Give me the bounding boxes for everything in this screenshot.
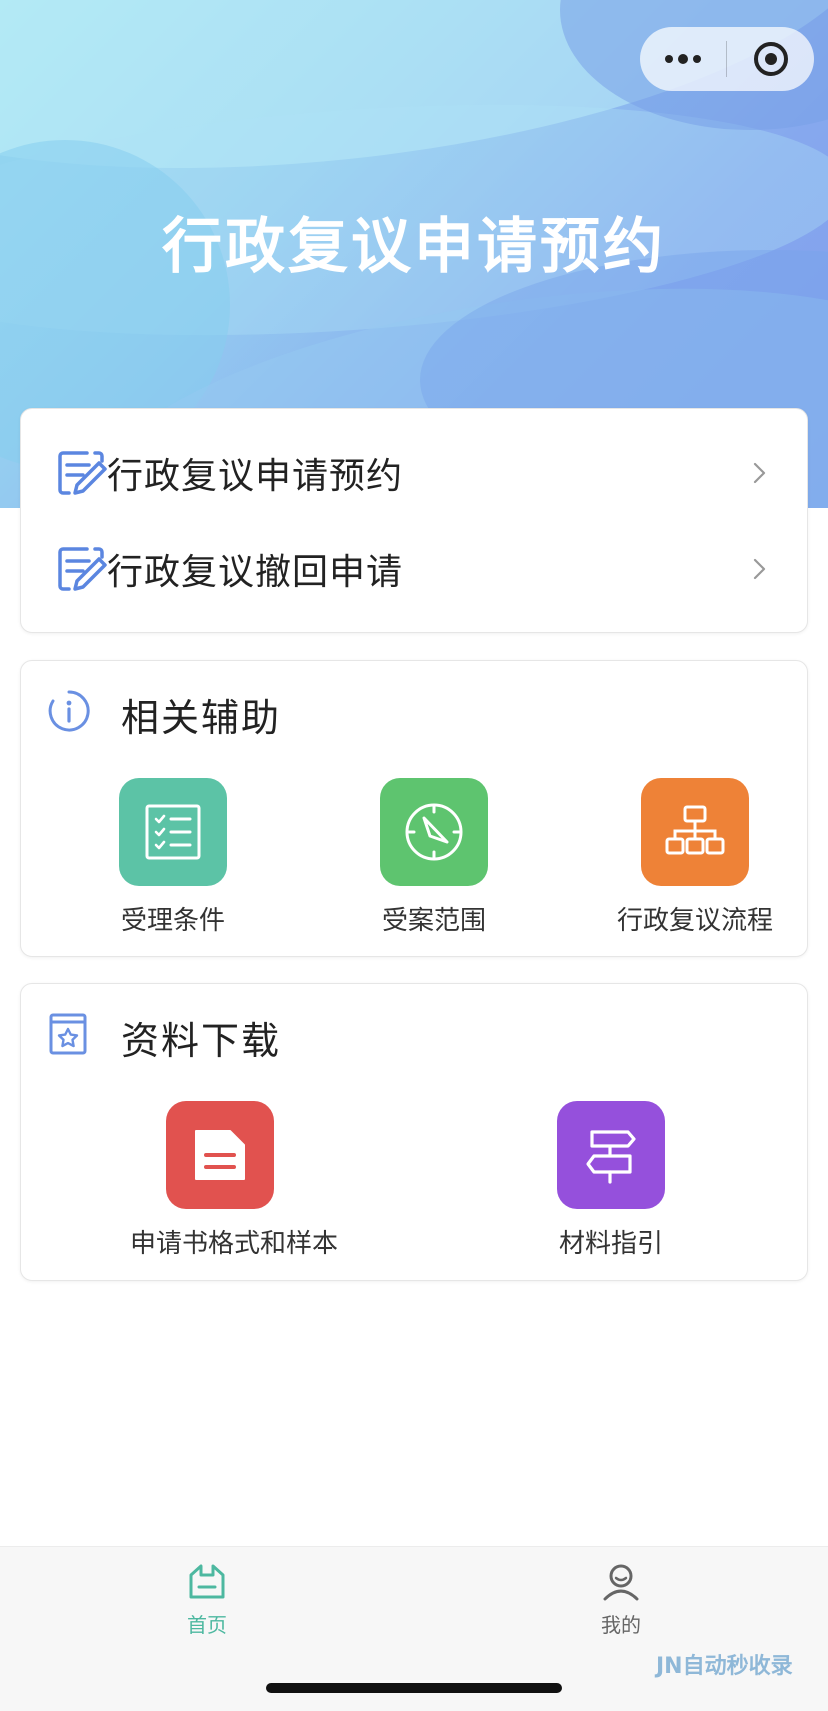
tile-label: 受理条件 xyxy=(120,906,225,936)
tile-label: 受案范围 xyxy=(381,906,486,936)
menu-item-label: 行政复议申请预约 xyxy=(107,456,404,497)
section-title: 资料下载 xyxy=(121,1019,282,1063)
menu-item-withdraw[interactable]: 行政复议撤回申请 xyxy=(21,521,809,617)
action-card: 行政复议申请预约 行政复议撤回申请 xyxy=(20,408,808,633)
compass-icon xyxy=(380,778,488,886)
section-title: 相关辅助 xyxy=(121,696,282,740)
org-chart-icon xyxy=(641,778,749,886)
more-dots-icon[interactable] xyxy=(640,27,726,91)
menu-item-label: 行政复议撤回申请 xyxy=(107,552,404,593)
file-icon xyxy=(166,1101,274,1209)
chevron-right-icon xyxy=(753,558,766,580)
tab-mine[interactable]: 我的 xyxy=(551,1561,691,1638)
tile-acceptance-conditions[interactable]: 受理条件 xyxy=(83,778,263,937)
downloads-card: 资料下载 申请书格式和样本 材料指引 xyxy=(20,983,808,1281)
tab-label: 我的 xyxy=(601,1613,641,1637)
tile-application-template[interactable]: 申请书格式和样本 xyxy=(130,1101,339,1260)
user-icon xyxy=(603,1564,639,1601)
tile-material-guide[interactable]: 材料指引 xyxy=(521,1101,701,1260)
edit-document-icon xyxy=(58,547,107,591)
checklist-icon xyxy=(119,778,227,886)
home-indicator xyxy=(266,1683,562,1693)
edit-document-icon xyxy=(58,451,107,495)
tile-label: 申请书格式和样本 xyxy=(130,1229,339,1259)
assist-card: 相关辅助 受理条件 受案范围 行政复议流程 xyxy=(20,660,808,957)
chevron-right-icon xyxy=(753,462,766,484)
page-title: 行政复议申请预约 xyxy=(162,212,666,282)
mini-program-capsule xyxy=(640,27,814,91)
menu-item-apply[interactable]: 行政复议申请预约 xyxy=(21,425,809,521)
target-close-icon[interactable] xyxy=(727,27,814,91)
info-icon xyxy=(48,690,90,732)
tile-case-scope[interactable]: 受案范围 xyxy=(344,778,524,937)
watermark: JN自动秒收录 xyxy=(656,1654,793,1679)
home-icon xyxy=(189,1564,225,1599)
signpost-icon xyxy=(557,1101,665,1209)
tab-home[interactable]: 首页 xyxy=(137,1561,277,1638)
tile-label: 材料指引 xyxy=(558,1229,663,1259)
tab-label: 首页 xyxy=(187,1613,227,1637)
tile-review-process[interactable]: 行政复议流程 xyxy=(605,778,785,937)
tile-label: 行政复议流程 xyxy=(616,906,773,936)
starred-book-icon xyxy=(49,1013,87,1055)
